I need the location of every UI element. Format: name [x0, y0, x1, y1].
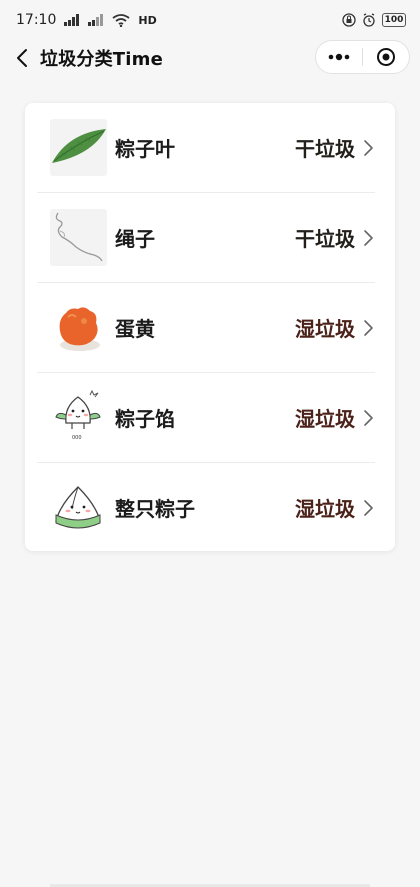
signal-2-icon [88, 14, 104, 26]
list-item[interactable]: 绳子 干垃圾 [25, 193, 395, 283]
status-time: 17:10 [16, 12, 57, 28]
page-title: 垃圾分类Time [40, 49, 164, 70]
battery-icon: 100 [382, 13, 406, 27]
volte-icon: HD [138, 14, 156, 27]
item-name: 粽子馅 [115, 407, 175, 431]
chevron-right-icon [364, 410, 373, 426]
item-name: 蛋黄 [115, 317, 155, 341]
chevron-right-icon [364, 140, 373, 156]
nav-bar: 垃圾分类Time [0, 40, 420, 76]
status-bar: 17:10 HD 100 [0, 0, 420, 40]
item-category: 干垃圾 [295, 227, 355, 251]
svg-text:000: 000 [72, 435, 82, 441]
item-name: 粽子叶 [115, 137, 175, 161]
list-item[interactable]: 000 粽子馅 湿垃圾 [25, 373, 395, 463]
alarm-icon [362, 13, 376, 27]
dumpling-filling-icon: 000 [50, 389, 107, 446]
mini-program-capsule [315, 40, 410, 74]
list-item[interactable]: 粽子叶 干垃圾 [25, 103, 395, 193]
item-name: 整只粽子 [115, 497, 195, 521]
battery-level: 100 [384, 14, 404, 25]
item-name: 绳子 [115, 227, 155, 251]
status-right: 100 [342, 13, 406, 27]
status-left: 17:10 HD [16, 12, 157, 28]
more-dots-icon [328, 53, 350, 61]
zongzi-icon [50, 479, 107, 536]
item-category: 湿垃圾 [295, 317, 355, 341]
item-category: 干垃圾 [295, 137, 355, 161]
back-button[interactable] [8, 44, 36, 72]
chevron-left-icon [17, 49, 27, 67]
egg-yolk-icon [50, 299, 107, 356]
bamboo-leaf-icon [50, 119, 107, 176]
volte-label: HD [138, 13, 157, 27]
signal-icon [64, 14, 80, 26]
wifi-icon [112, 13, 130, 27]
chevron-right-icon [364, 500, 373, 516]
garbage-list-card: 粽子叶 干垃圾 绳子 干垃圾 蛋黄 湿垃圾 000 粽子馅 湿垃圾 整只粽子 湿… [25, 103, 395, 551]
target-close-icon [377, 48, 395, 66]
close-mini-program-button[interactable] [363, 41, 409, 73]
list-item[interactable]: 蛋黄 湿垃圾 [25, 283, 395, 373]
chevron-right-icon [364, 230, 373, 246]
chevron-right-icon [364, 320, 373, 336]
list-item[interactable]: 整只粽子 湿垃圾 [25, 463, 395, 553]
rope-icon [50, 209, 107, 266]
item-category: 湿垃圾 [295, 407, 355, 431]
lock-rotation-icon [342, 13, 356, 27]
more-button[interactable] [316, 41, 362, 73]
item-category: 湿垃圾 [295, 497, 355, 521]
